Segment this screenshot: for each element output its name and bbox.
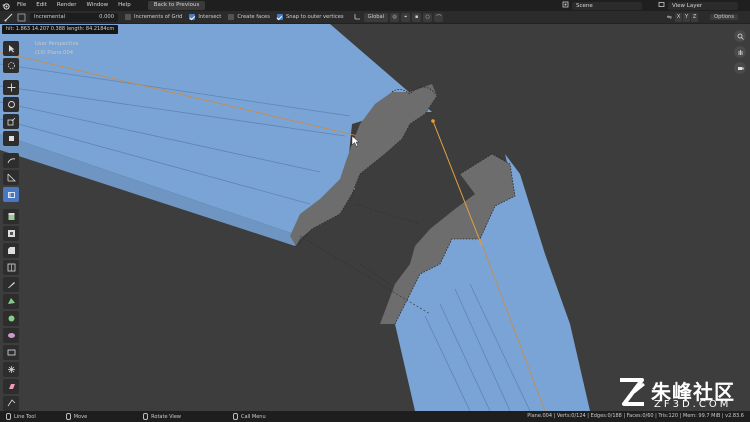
status-rotate-view-label: Rotate View — [151, 413, 181, 420]
zoom-icon[interactable] — [734, 30, 746, 42]
status-rotate-view: Rotate View — [143, 413, 181, 420]
watermark-site-text: ZF3D.COM — [654, 399, 732, 410]
knife-tool-icon[interactable] — [3, 277, 19, 292]
bevel-tool-icon[interactable] — [3, 243, 19, 258]
snap-toggle-icon[interactable]: ⌖ — [401, 12, 411, 22]
status-line-tool-label: Line Tool — [14, 413, 36, 420]
snap-value-label: 0.000 — [99, 13, 114, 20]
pan-hand-icon[interactable] — [734, 46, 746, 58]
line-tool-start-point — [431, 119, 435, 123]
snap-target-icon[interactable]: ▪ — [412, 12, 422, 22]
shrink-fatten-tool-icon[interactable] — [3, 362, 19, 377]
mouse-left-icon — [6, 413, 11, 420]
axis-z-button[interactable]: Z — [691, 13, 699, 22]
menu-help[interactable]: Help — [113, 0, 136, 11]
create-faces-toggle[interactable]: Create faces — [228, 14, 270, 20]
create-faces-label: Create faces — [237, 14, 270, 20]
inset-tool-icon[interactable] — [3, 226, 19, 241]
menu-edit[interactable]: Edit — [31, 0, 52, 11]
rip-tool-icon[interactable] — [3, 396, 19, 411]
camera-view-icon[interactable] — [734, 62, 746, 74]
menu-file[interactable]: File — [12, 0, 31, 11]
snap-increment-field[interactable]: Incremental 0.000 — [30, 12, 118, 22]
axis-x-button[interactable]: X — [675, 13, 683, 22]
mirror-axes: ⇋ X Y Z — [667, 13, 699, 22]
increments-of-grid-label: Increments of Grid — [134, 14, 183, 20]
poly-build-tool-icon[interactable] — [3, 294, 19, 309]
snap-mode-label: Incremental — [34, 13, 66, 20]
mesh-scene[interactable] — [0, 24, 750, 411]
zf3d-watermark: 朱峰社区 ZF3D.COM — [614, 374, 744, 414]
orientation-value[interactable]: Global — [363, 12, 389, 22]
snap-outer-checkbox[interactable] — [276, 14, 283, 20]
mirror-icon: ⇋ — [667, 14, 673, 21]
select-box-tool-icon[interactable] — [3, 41, 19, 56]
edge-slide-tool-icon[interactable] — [3, 345, 19, 360]
loop-cut-tool-icon[interactable] — [3, 260, 19, 275]
blender-logo-icon[interactable] — [0, 0, 12, 11]
snap-outer-label: Snap to outer vertices — [285, 14, 344, 20]
scene-selector[interactable]: Scene — [562, 0, 642, 11]
line-tool-icon[interactable] — [3, 12, 13, 22]
blender-window: File Edit Render Window Help Back to Pre… — [0, 0, 750, 422]
status-move-label: Move — [73, 413, 88, 420]
snap-outer-toggle[interactable]: Snap to outer vertices — [276, 14, 344, 20]
increments-of-grid-checkbox[interactable] — [125, 14, 131, 20]
status-call-menu-label: Call Menu — [240, 413, 266, 420]
view-layer-icon — [658, 1, 665, 10]
mouse-menu-icon — [232, 413, 238, 420]
cursor-tool-icon[interactable] — [3, 58, 19, 73]
mouse-right-icon — [143, 413, 149, 420]
view-layer-name-field[interactable]: View Layer — [668, 1, 738, 10]
transform-tool-icon[interactable] — [3, 131, 19, 146]
top-menu-bar: File Edit Render Window Help Back to Pre… — [0, 0, 750, 11]
shear-tool-icon[interactable] — [3, 379, 19, 394]
orientation-dropdown[interactable]: Global — [354, 12, 389, 22]
pivot-icon[interactable]: ◎ — [390, 12, 400, 22]
line-tool-hud: hit: 1.863 14.207 0.388 length: 84.2184c… — [2, 25, 119, 34]
orientation-icon — [354, 13, 361, 22]
status-move: Move — [65, 413, 88, 420]
proportional-edit-icon[interactable]: ○ — [423, 12, 433, 22]
smooth-tool-icon[interactable] — [3, 328, 19, 343]
spin-tool-icon[interactable] — [3, 311, 19, 326]
status-line-tool: Line Tool — [6, 413, 36, 420]
snap-icon[interactable] — [16, 12, 26, 22]
tool-settings-header: Incremental 0.000 Increments of Grid Int… — [0, 11, 750, 24]
options-label[interactable]: Options — [710, 14, 739, 20]
extrude-tool-icon[interactable] — [3, 209, 19, 224]
scene-name-field[interactable]: Scene — [572, 1, 642, 10]
mouse-middle-icon — [65, 413, 71, 420]
falloff-icon[interactable]: ⌒ — [434, 12, 444, 22]
view-layer-selector[interactable]: View Layer — [658, 0, 738, 11]
intersect-toggle[interactable]: Intersect — [189, 14, 221, 20]
move-tool-icon[interactable] — [3, 80, 19, 95]
axis-y-button[interactable]: Y — [683, 13, 691, 22]
back-to-previous-button[interactable]: Back to Previous — [147, 1, 206, 10]
intersect-checkbox[interactable] — [189, 14, 196, 20]
measure-tool-icon[interactable] — [3, 170, 19, 185]
annotate-tool-icon[interactable] — [3, 153, 19, 168]
create-faces-checkbox[interactable] — [228, 14, 235, 20]
active-object-label: (10) Plane.004 — [35, 50, 74, 56]
perspective-label: User Perspective — [35, 41, 79, 47]
increments-of-grid-toggle[interactable]: Increments of Grid — [125, 14, 182, 20]
scale-tool-icon[interactable] — [3, 114, 19, 129]
menu-window[interactable]: Window — [81, 0, 113, 11]
left-toolbar — [3, 41, 21, 411]
line-tool-active-icon[interactable] — [3, 187, 19, 202]
3d-viewport[interactable]: hit: 1.863 14.207 0.388 length: 84.2184c… — [0, 24, 750, 411]
intersect-label: Intersect — [198, 14, 222, 20]
scene-icon — [562, 1, 569, 10]
status-call-menu: Call Menu — [232, 413, 266, 420]
options-dropdown[interactable]: Options — [710, 13, 739, 22]
rotate-tool-icon[interactable] — [3, 97, 19, 112]
viewport-info: User Perspective (10) Plane.004 — [35, 40, 79, 58]
menu-render[interactable]: Render — [52, 0, 82, 11]
